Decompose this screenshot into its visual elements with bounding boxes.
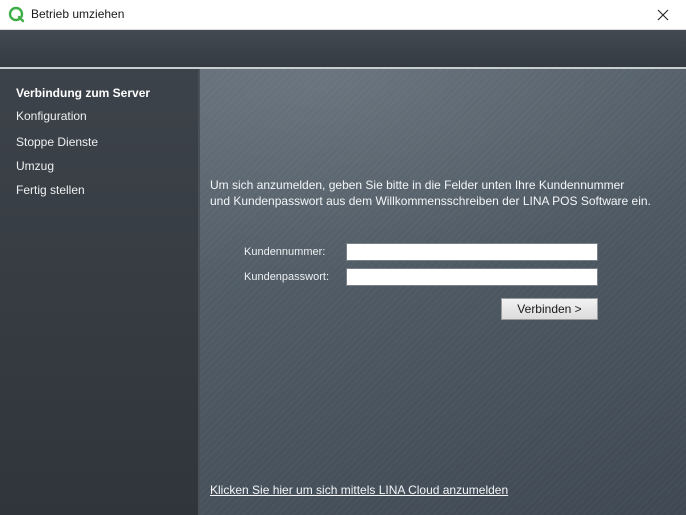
close-icon (657, 9, 669, 20)
background-stripes (200, 69, 686, 515)
customer-number-label: Kundennummer: (244, 246, 326, 258)
login-instruction: Um sich anzumelden, geben Sie bitte in d… (210, 177, 680, 209)
step-stoppe-dienste[interactable]: Stoppe Dienste (16, 135, 98, 149)
main-content-panel: Um sich anzumelden, geben Sie bitte in d… (200, 69, 686, 515)
step-fertig-stellen[interactable]: Fertig stellen (16, 183, 85, 197)
step-konfiguration[interactable]: Konfiguration (16, 109, 87, 123)
close-button[interactable] (640, 0, 686, 29)
header-band (0, 30, 686, 68)
customer-password-input[interactable] (346, 268, 598, 286)
title-bar: Betrieb umziehen (0, 0, 686, 30)
instruction-line-1: Um sich anzumelden, geben Sie bitte in d… (210, 178, 625, 192)
customer-number-input[interactable] (346, 243, 598, 261)
app-logo-icon (8, 6, 25, 23)
window-title: Betrieb umziehen (31, 7, 125, 21)
connect-button[interactable]: Verbinden > (501, 298, 598, 320)
step-umzug[interactable]: Umzug (16, 159, 54, 173)
lina-cloud-login-link[interactable]: Klicken Sie hier um sich mittels LINA Cl… (210, 483, 508, 497)
customer-password-label: Kundenpasswort: (244, 271, 329, 283)
instruction-line-2: und Kundenpasswort aus dem Willkommenssc… (210, 194, 651, 208)
wizard-steps-sidebar: Verbindung zum Server Konfiguration Stop… (0, 69, 200, 515)
step-verbindung-zum-server[interactable]: Verbindung zum Server (16, 86, 150, 100)
